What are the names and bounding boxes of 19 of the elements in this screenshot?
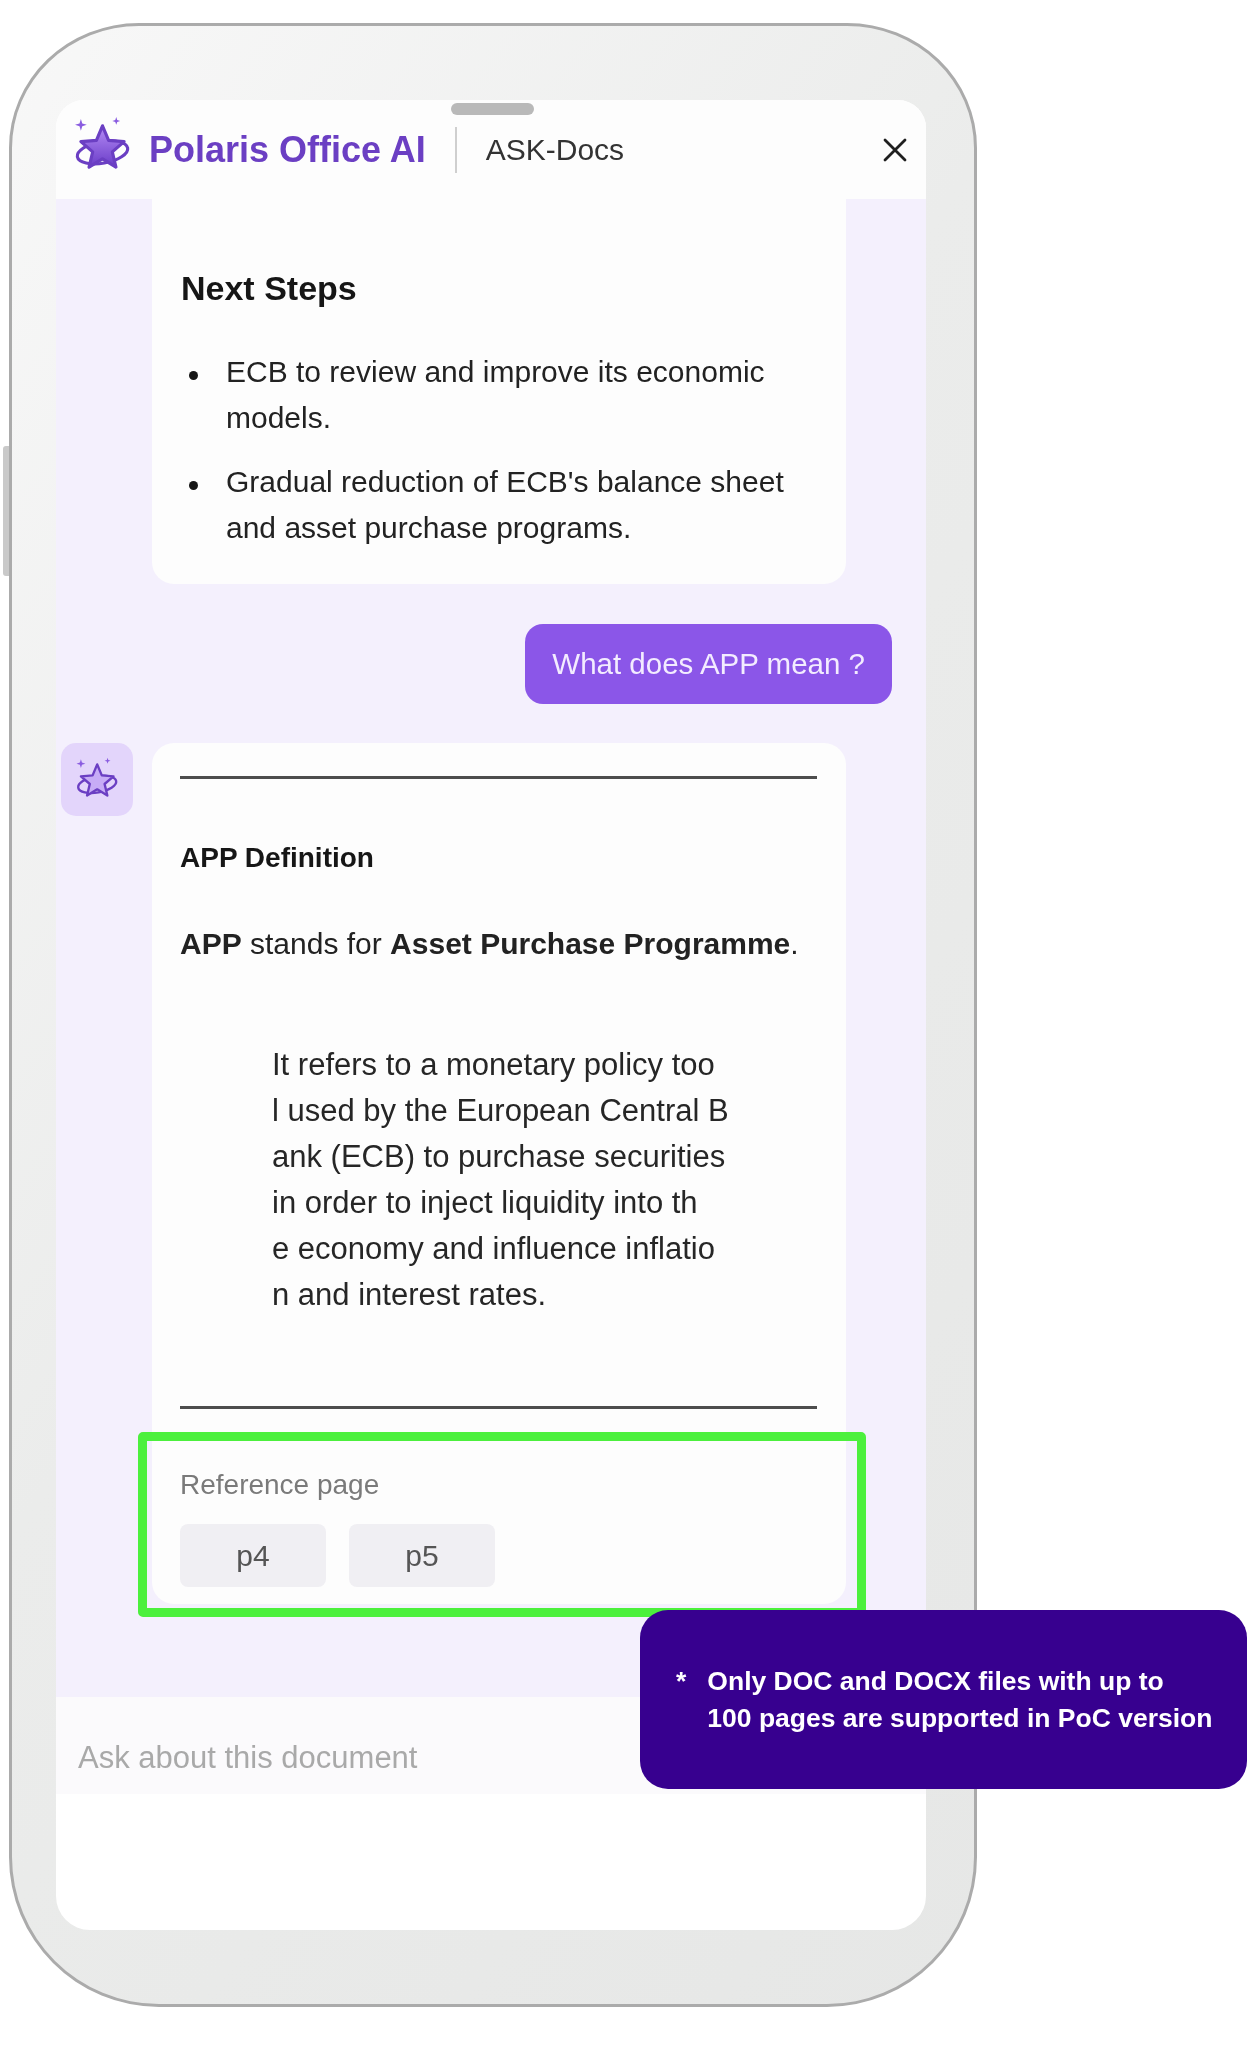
answer-text: APP stands for Asset Purchase Programme.	[180, 926, 799, 962]
close-icon	[883, 137, 907, 162]
bullet-icon	[189, 481, 198, 490]
footnote-marker: *	[676, 1664, 687, 1698]
close-button[interactable]	[883, 137, 907, 162]
bullet-text: Gradual reduction of ECB's balance sheet and asset purchase programs.	[226, 464, 785, 546]
drag-handle[interactable]	[451, 103, 534, 115]
definition-text: It refers to a monetary policy too l used by the European Central B ank (ECB) to purchase securities in order to inject liquidity into th e economy and influence inflatio n and interest rates.	[272, 1046, 729, 1314]
bullet-icon	[189, 371, 198, 380]
user-message: What does APP mean ?	[525, 624, 892, 704]
brand-name: Polaris Office AI	[149, 128, 426, 171]
reference-label: Reference page	[180, 1468, 380, 1502]
answer-heading: APP Definition	[180, 841, 374, 875]
bullet-text: ECB to review and improve its economic models.	[226, 354, 766, 436]
answer-heading: Next Steps	[181, 268, 357, 309]
panel-title: ASK-Docs	[485, 132, 625, 167]
page-chip[interactable]: p4	[180, 1524, 326, 1587]
star-logo-icon	[74, 116, 131, 171]
page-chip[interactable]: p5	[349, 1524, 495, 1587]
